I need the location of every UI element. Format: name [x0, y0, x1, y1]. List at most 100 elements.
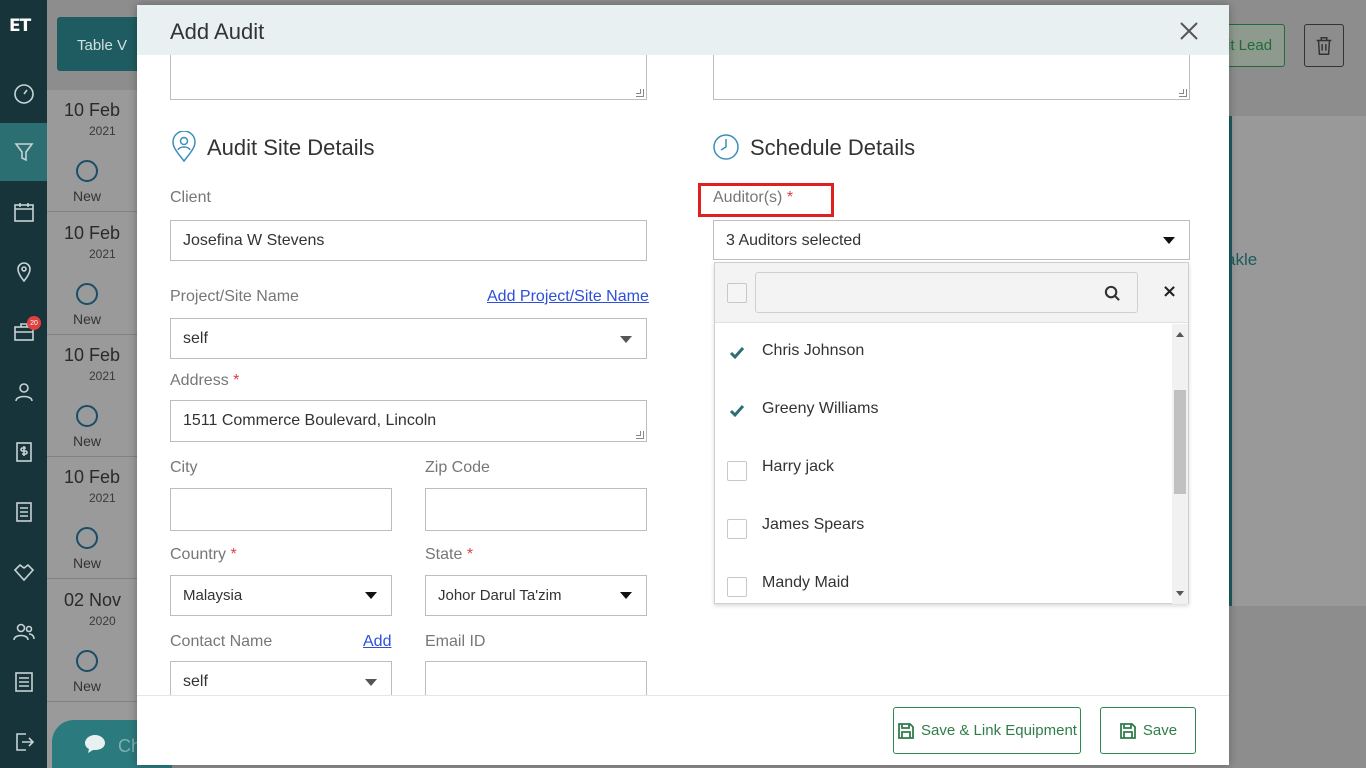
zip-code-label: Zip Code	[425, 459, 490, 476]
auditors-select[interactable]: 3 Auditors selected	[713, 220, 1190, 260]
auditor-name: Greeny Williams	[762, 400, 879, 417]
description-textarea[interactable]	[170, 55, 647, 100]
save-button[interactable]: Save	[1100, 707, 1196, 754]
users-icon[interactable]	[0, 612, 47, 652]
client-field[interactable]: Josefina W Stevens	[170, 220, 647, 261]
save-icon	[1119, 722, 1136, 739]
state-select[interactable]: Johor Darul Ta'zim	[425, 575, 647, 616]
auditor-options: Chris Johnson Greeny Williams Harry jack…	[715, 324, 1171, 604]
status-circle-icon	[76, 405, 98, 427]
scroll-up-icon[interactable]	[1176, 332, 1184, 337]
funnel-icon[interactable]	[0, 123, 47, 181]
country-label: Country *	[170, 546, 237, 563]
search-icon	[1104, 285, 1120, 301]
auditor-name: Chris Johnson	[762, 342, 865, 359]
calendar-icon[interactable]	[0, 192, 47, 232]
item-day: 10 Feb	[64, 345, 121, 365]
item-day: 10 Feb	[64, 223, 121, 243]
item-day: 10 Feb	[64, 467, 121, 487]
modal-header: Add Audit	[137, 5, 1229, 55]
address-value: 1511 Commerce Boulevard, Lincoln	[183, 412, 437, 429]
email-id-field[interactable]	[425, 661, 647, 695]
chevron-down-icon	[620, 336, 632, 343]
checkmark-icon	[729, 404, 745, 418]
option-checkbox[interactable]	[727, 519, 747, 539]
user-icon[interactable]	[0, 372, 47, 412]
lead-list: 10 Feb 2021 New 10 Feb 2021 New 10 Feb 2…	[47, 90, 137, 768]
audit-site-details-title: Audit Site Details	[207, 135, 375, 160]
save-link-equipment-button[interactable]: Save & Link Equipment	[893, 707, 1081, 754]
notes-textarea[interactable]	[713, 55, 1190, 100]
partial-text: akle	[1226, 250, 1258, 269]
modal-body: Audit Site Details Client Josefina W Ste…	[137, 55, 1229, 695]
option-checkbox[interactable]	[727, 577, 747, 597]
item-year: 2020	[89, 614, 116, 628]
detail-panel	[1228, 116, 1366, 606]
item-day: 10 Feb	[64, 100, 121, 120]
country-select[interactable]: Malaysia	[170, 575, 392, 616]
auditor-option[interactable]: Chris Johnson	[715, 324, 1171, 382]
scrollbar-thumb[interactable]	[1174, 390, 1186, 494]
highlight-annotation	[698, 183, 834, 217]
dropdown-search-input[interactable]	[755, 272, 1138, 313]
item-status: New	[73, 433, 102, 449]
close-icon[interactable]	[1177, 19, 1201, 43]
dashboard-icon[interactable]	[0, 74, 47, 114]
list-item[interactable]: 10 Feb 2021 New	[47, 335, 137, 457]
chevron-down-icon	[365, 679, 377, 686]
status-circle-icon	[76, 527, 98, 549]
table-view-label: Table V	[77, 37, 128, 54]
city-label: City	[170, 459, 198, 476]
list-item[interactable]: 10 Feb 2021 New	[47, 457, 137, 579]
auditor-name: Harry jack	[762, 458, 835, 475]
status-circle-icon	[76, 283, 98, 305]
location-person-icon	[170, 130, 198, 163]
list-item[interactable]: 10 Feb 2021 New	[47, 213, 137, 335]
item-year: 2021	[89, 491, 116, 505]
address-textarea[interactable]: 1511 Commerce Boulevard, Lincoln	[170, 400, 647, 442]
email-id-label: Email ID	[425, 633, 486, 650]
dropdown-header: ×	[715, 263, 1188, 323]
item-status: New	[73, 555, 102, 571]
project-site-label: Project/Site Name	[170, 288, 299, 305]
caret-down-icon	[620, 592, 632, 599]
auditor-option[interactable]: James Spears	[715, 498, 1171, 556]
logout-icon[interactable]	[0, 722, 47, 762]
list-item[interactable]: 10 Feb 2021 New	[47, 90, 137, 212]
dropdown-close-icon[interactable]: ×	[1162, 281, 1177, 302]
list-icon[interactable]	[0, 492, 47, 532]
auditor-option[interactable]: Mandy Maid	[715, 556, 1171, 604]
save-link-equipment-label: Save & Link Equipment	[921, 722, 1077, 739]
auditor-option[interactable]: Harry jack	[715, 440, 1171, 498]
handshake-icon[interactable]	[0, 552, 47, 592]
item-status: New	[73, 311, 102, 327]
scroll-down-icon[interactable]	[1176, 591, 1184, 596]
add-project-site-link[interactable]: Add Project/Site Name	[487, 288, 649, 306]
briefcase-icon[interactable]: 20	[0, 312, 47, 352]
zip-code-field[interactable]	[425, 488, 647, 531]
option-checkbox[interactable]	[727, 461, 747, 481]
dollar-icon[interactable]	[0, 432, 47, 472]
trash-icon[interactable]	[1304, 24, 1344, 67]
list-item[interactable]: 02 Nov 2020 New	[47, 580, 137, 702]
item-status: New	[73, 188, 102, 204]
dropdown-scrollbar[interactable]	[1172, 324, 1188, 604]
caret-down-icon	[365, 592, 377, 599]
add-contact-link[interactable]: Add	[363, 633, 391, 651]
item-year: 2021	[89, 369, 116, 383]
project-site-select[interactable]: self	[170, 318, 647, 359]
modal-title: Add Audit	[170, 19, 265, 44]
left-nav: ET 20	[0, 0, 47, 768]
auditor-option[interactable]: Greeny Williams	[715, 382, 1171, 440]
select-all-checkbox[interactable]	[727, 283, 747, 303]
status-circle-icon	[76, 160, 98, 182]
caret-down-icon	[1163, 237, 1175, 244]
save-icon	[898, 722, 914, 739]
settings-sliders-icon[interactable]	[0, 662, 47, 702]
state-value: Johor Darul Ta'zim	[438, 587, 562, 604]
city-field[interactable]	[170, 488, 392, 531]
map-pin-icon[interactable]	[0, 252, 47, 292]
contact-name-select[interactable]: self	[170, 661, 392, 695]
item-day: 02 Nov	[64, 590, 122, 610]
clock-icon	[712, 131, 740, 163]
